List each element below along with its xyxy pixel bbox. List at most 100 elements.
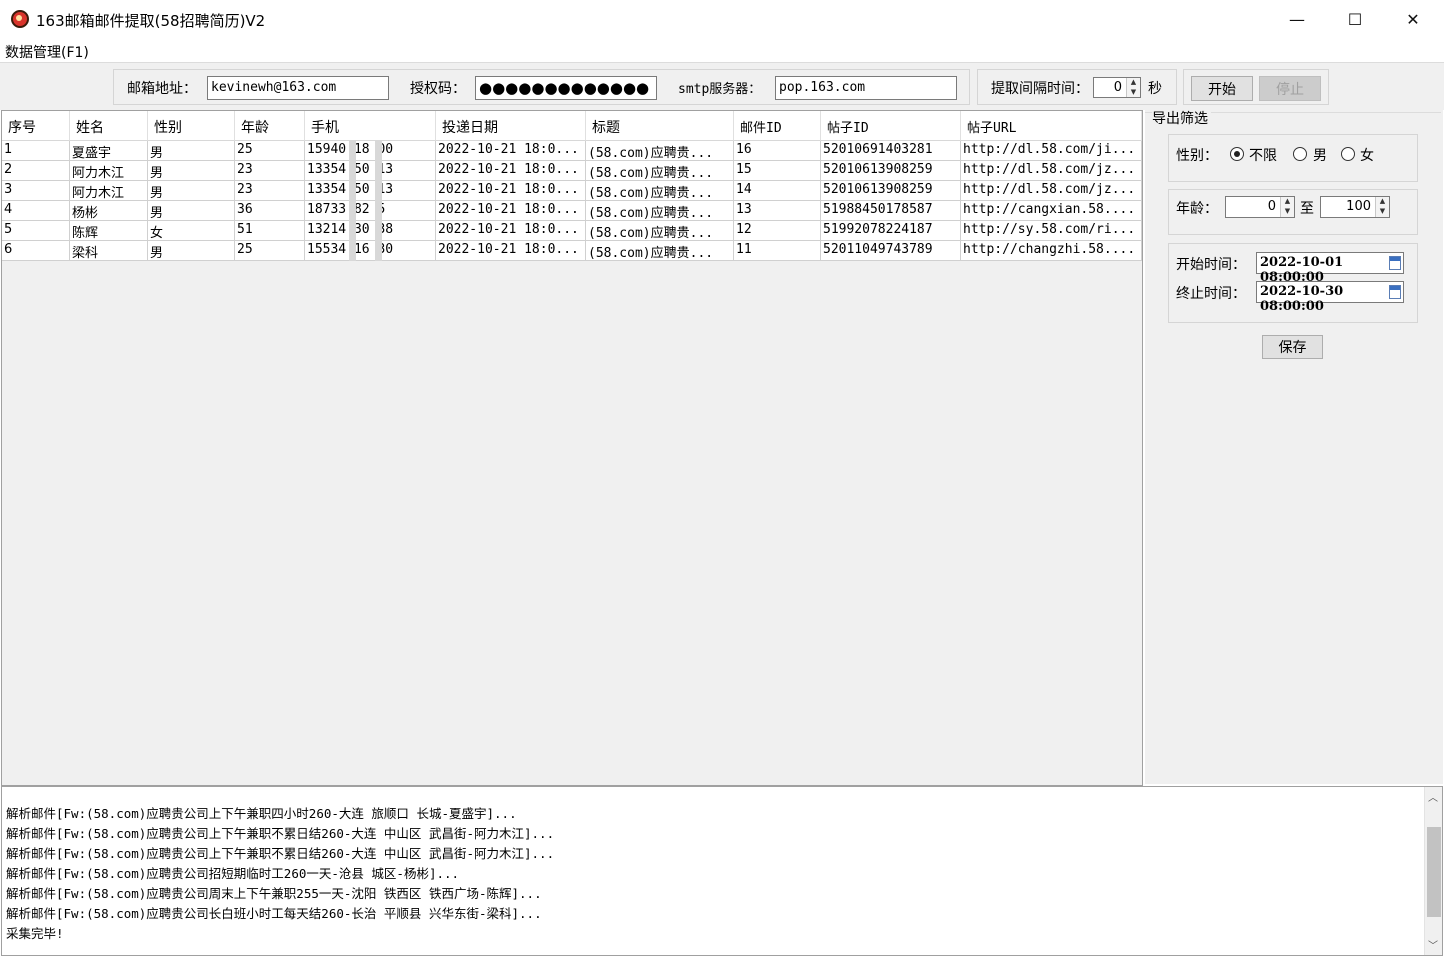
age-min-stepper[interactable]: 0 ▲ ▼ — [1225, 196, 1295, 218]
cell-phone[interactable]: 15940 18 00 — [305, 141, 436, 161]
age-min-spin-buttons[interactable]: ▲ ▼ — [1280, 197, 1294, 217]
auth-code-input[interactable]: ●●●●●●●●●●●●● — [475, 76, 657, 100]
column-header-age[interactable]: 年龄 — [235, 111, 305, 141]
gender-male-label[interactable]: 男 — [1313, 145, 1327, 165]
table-row[interactable]: 1 夏盛宇男 25 15940 18 00 2022-10-21 18:0... (58.… — [2, 141, 1142, 161]
cell-date[interactable]: 2022-10-21 18:0... — [436, 201, 586, 221]
spin-down-icon[interactable]: ▼ — [1127, 88, 1140, 98]
cell-post-id[interactable]: 52010691403281 — [821, 141, 961, 161]
cell-post-id[interactable]: 52010613908259 — [821, 161, 961, 181]
cell-mail-id[interactable]: 11 — [734, 241, 821, 261]
cell-gender[interactable]: 男 — [148, 181, 235, 201]
cell-date[interactable]: 2022-10-21 18:0... — [436, 241, 586, 261]
cell-post-url[interactable]: http://dl.58.com/jz... — [961, 161, 1142, 181]
start-button[interactable]: 开始 — [1191, 76, 1253, 101]
scroll-up-icon[interactable]: ︿ — [1428, 789, 1438, 804]
cell-age[interactable]: 36 — [235, 201, 305, 221]
calendar-icon[interactable] — [1389, 256, 1401, 270]
table-row[interactable]: 4 杨彬男 36 18733 82 5 2022-10-21 18:0... (58.co… — [2, 201, 1142, 221]
cell-date[interactable]: 2022-10-21 18:0... — [436, 161, 586, 181]
cell-index[interactable]: 1 — [2, 141, 70, 161]
column-header-index[interactable]: 序号 — [2, 111, 70, 141]
column-header-date[interactable]: 投递日期 — [436, 111, 586, 141]
cell-gender[interactable]: 男 — [148, 241, 235, 261]
cell-title[interactable]: (58.com)应聘贵... — [586, 161, 734, 181]
cell-age[interactable]: 51 — [235, 221, 305, 241]
cell-title[interactable]: (58.com)应聘贵... — [586, 221, 734, 241]
column-header-mail-id[interactable]: 邮件ID — [734, 111, 821, 141]
menu-data-management[interactable]: 数据管理(F1) — [5, 42, 89, 62]
column-header-post-url[interactable]: 帖子URL — [961, 111, 1142, 141]
cell-post-url[interactable]: http://dl.58.com/jz... — [961, 181, 1142, 201]
cell-index[interactable]: 6 — [2, 241, 70, 261]
spin-down-icon[interactable]: ▼ — [1281, 207, 1294, 217]
cell-gender[interactable]: 男 — [148, 141, 235, 161]
age-max-stepper[interactable]: 100 ▲ ▼ — [1320, 196, 1390, 218]
maximize-button[interactable]: ☐ — [1326, 0, 1384, 38]
cell-post-id[interactable]: 52010613908259 — [821, 181, 961, 201]
cell-post-url[interactable]: http://sy.58.com/ri... — [961, 221, 1142, 241]
end-time-picker[interactable]: 2022-10-30 08:00:00 — [1256, 281, 1404, 314]
age-max-spin-buttons[interactable]: ▲ ▼ — [1375, 197, 1389, 217]
spin-up-icon[interactable]: ▲ — [1281, 197, 1294, 207]
cell-index[interactable]: 5 — [2, 221, 70, 241]
cell-title[interactable]: (58.com)应聘贵... — [586, 181, 734, 201]
table-row[interactable]: 6 梁科男 25 15534 16 30 2022-10-21 18:0... (58.c… — [2, 241, 1142, 261]
column-header-post-id[interactable]: 帖子ID — [821, 111, 961, 141]
cell-phone[interactable]: 13354 50 13 — [305, 161, 436, 181]
cell-name[interactable]: 陈辉 — [70, 221, 148, 241]
log-scroll-thumb[interactable] — [1427, 827, 1441, 917]
close-button[interactable]: ✕ — [1384, 0, 1442, 38]
scroll-down-icon[interactable]: ﹀ — [1428, 937, 1438, 952]
column-header-gender[interactable]: 性别 — [148, 111, 235, 141]
minimize-button[interactable]: — — [1268, 0, 1326, 38]
cell-mail-id[interactable]: 13 — [734, 201, 821, 221]
table-row[interactable]: 3 阿力木江男 23 13354 50 13 2022-10-21 18:0... (58… — [2, 181, 1142, 201]
cell-mail-id[interactable]: 12 — [734, 221, 821, 241]
cell-index[interactable]: 3 — [2, 181, 70, 201]
cell-phone[interactable]: 18733 82 5 — [305, 201, 436, 221]
cell-date[interactable]: 2022-10-21 18:0... — [436, 181, 586, 201]
table-row[interactable]: 5 陈辉女 51 13214 30 38 2022-10-21 18:0... (58.c… — [2, 221, 1142, 241]
cell-age[interactable]: 25 — [235, 241, 305, 261]
stop-button[interactable]: 停止 — [1259, 76, 1321, 101]
cell-post-url[interactable]: http://dl.58.com/ji... — [961, 141, 1142, 161]
cell-name[interactable]: 阿力木江 — [70, 161, 148, 181]
cell-index[interactable]: 4 — [2, 201, 70, 221]
calendar-icon[interactable] — [1389, 285, 1401, 299]
gender-any-radio[interactable] — [1230, 147, 1244, 161]
column-header-name[interactable]: 姓名 — [70, 111, 148, 141]
cell-name[interactable]: 夏盛宇 — [70, 141, 148, 161]
cell-name[interactable]: 杨彬 — [70, 201, 148, 221]
gender-female-radio[interactable] — [1341, 147, 1355, 161]
cell-post-id[interactable]: 52011049743789 — [821, 241, 961, 261]
cell-title[interactable]: (58.com)应聘贵... — [586, 201, 734, 221]
gender-male-radio[interactable] — [1293, 147, 1307, 161]
cell-phone[interactable]: 13214 30 38 — [305, 221, 436, 241]
spin-up-icon[interactable]: ▲ — [1127, 78, 1140, 88]
cell-mail-id[interactable]: 15 — [734, 161, 821, 181]
table-row[interactable]: 2 阿力木江男 23 13354 50 13 2022-10-21 18:0... (58… — [2, 161, 1142, 181]
start-time-picker[interactable]: 2022-10-01 08:00:00 — [1256, 252, 1404, 285]
cell-name[interactable]: 梁科 — [70, 241, 148, 261]
cell-age[interactable]: 23 — [235, 181, 305, 201]
cell-name[interactable]: 阿力木江 — [70, 181, 148, 201]
cell-post-url[interactable]: http://changzhi.58.... — [961, 241, 1142, 261]
interval-spin-buttons[interactable]: ▲ ▼ — [1126, 78, 1140, 97]
log-scrollbar[interactable]: ︿ ﹀ — [1424, 787, 1442, 955]
resume-table[interactable]: 序号 姓名 性别 年龄 手机 投递日期 标题 邮件ID 帖子ID 帖子URL 1… — [1, 110, 1143, 786]
cell-gender[interactable]: 男 — [148, 201, 235, 221]
cell-age[interactable]: 23 — [235, 161, 305, 181]
column-header-title[interactable]: 标题 — [586, 111, 734, 141]
cell-post-id[interactable]: 51992078224187 — [821, 221, 961, 241]
cell-date[interactable]: 2022-10-21 18:0... — [436, 221, 586, 241]
gender-any-label[interactable]: 不限 — [1249, 145, 1277, 165]
cell-post-url[interactable]: http://cangxian.58.... — [961, 201, 1142, 221]
spin-down-icon[interactable]: ▼ — [1376, 207, 1389, 217]
column-header-phone[interactable]: 手机 — [305, 111, 436, 141]
cell-date[interactable]: 2022-10-21 18:0... — [436, 141, 586, 161]
spin-up-icon[interactable]: ▲ — [1376, 197, 1389, 207]
cell-title[interactable]: (58.com)应聘贵... — [586, 241, 734, 261]
cell-phone[interactable]: 15534 16 30 — [305, 241, 436, 261]
cell-gender[interactable]: 女 — [148, 221, 235, 241]
